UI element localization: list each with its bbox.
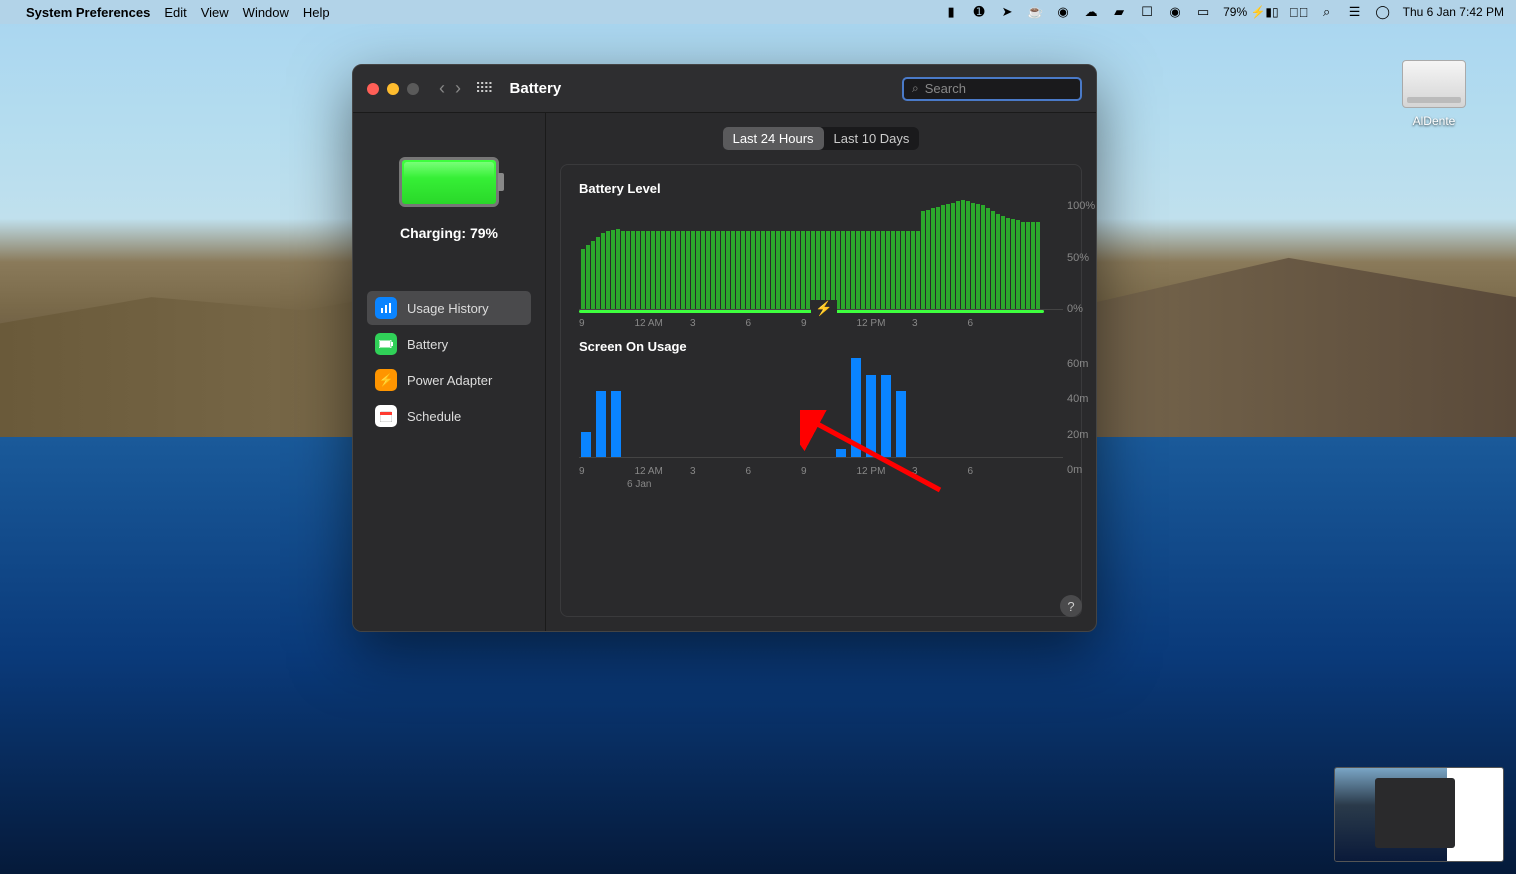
x-axis-date-label: 6 Jan bbox=[579, 479, 1063, 490]
time-range-tabs: Last 24 Hours Last 10 Days bbox=[723, 127, 920, 150]
drive-icon bbox=[1402, 60, 1466, 108]
status-icon[interactable]: ☕ bbox=[1027, 4, 1043, 20]
sidebar-item-label: Usage History bbox=[407, 301, 489, 316]
sidebar: Charging: 79% Usage History Battery ⚡ Po… bbox=[353, 113, 546, 631]
desktop-drive-icon[interactable]: AlDente bbox=[1392, 60, 1476, 128]
menu-help[interactable]: Help bbox=[303, 5, 330, 20]
status-icon[interactable]: ➤ bbox=[999, 4, 1015, 20]
spotlight-icon[interactable]: ⌕ bbox=[1319, 4, 1335, 20]
drive-label: AlDente bbox=[1392, 114, 1476, 128]
show-all-icon[interactable]: ⠿⠿ bbox=[475, 80, 492, 97]
chart-icon bbox=[375, 297, 397, 319]
app-menu[interactable]: System Preferences bbox=[26, 5, 150, 20]
status-icon[interactable]: ▮ bbox=[943, 4, 959, 20]
battery-level-chart: ⚡ bbox=[579, 200, 1063, 310]
control-center-icon[interactable]: ☰ bbox=[1347, 4, 1363, 20]
menubar: System Preferences Edit View Window Help… bbox=[0, 0, 1516, 24]
sidebar-item-schedule[interactable]: Schedule bbox=[367, 399, 531, 433]
minimize-button[interactable] bbox=[387, 83, 399, 95]
sidebar-item-power-adapter[interactable]: ⚡ Power Adapter bbox=[367, 363, 531, 397]
battery-icon bbox=[399, 157, 499, 207]
siri-icon[interactable]: ◯ bbox=[1375, 4, 1391, 20]
status-icon[interactable]: ➊ bbox=[971, 4, 987, 20]
bolt-icon: ⚡ bbox=[811, 300, 836, 317]
screen-on-chart bbox=[579, 358, 1063, 458]
sidebar-item-label: Schedule bbox=[407, 409, 461, 424]
display-icon[interactable]: ☐ bbox=[1139, 4, 1155, 20]
status-icon[interactable]: ▭ bbox=[1195, 4, 1211, 20]
traffic-lights bbox=[367, 83, 419, 95]
chart-title-battery-level: Battery Level bbox=[579, 181, 1063, 196]
y-axis-labels: 100% 50% 0% bbox=[1067, 200, 1097, 315]
menu-view[interactable]: View bbox=[201, 5, 229, 20]
calendar-icon bbox=[375, 405, 397, 427]
main-panel: Last 24 Hours Last 10 Days Battery Level… bbox=[546, 113, 1096, 631]
status-icon[interactable]: ☁ bbox=[1083, 4, 1099, 20]
zoom-button[interactable] bbox=[407, 83, 419, 95]
battery-percentage[interactable]: 79% ⚡▮▯ bbox=[1223, 5, 1279, 19]
search-icon: ⌕ bbox=[912, 81, 919, 96]
battery-icon bbox=[375, 333, 397, 355]
menu-edit[interactable]: Edit bbox=[164, 5, 186, 20]
help-button[interactable]: ? bbox=[1060, 595, 1082, 617]
sidebar-item-usage-history[interactable]: Usage History bbox=[367, 291, 531, 325]
close-button[interactable] bbox=[367, 83, 379, 95]
charging-status: Charging: 79% bbox=[367, 225, 531, 241]
sidebar-item-battery[interactable]: Battery bbox=[367, 327, 531, 361]
preferences-window: ‹ › ⠿⠿ Battery ⌕ Charging: 79% Usage His… bbox=[352, 64, 1097, 632]
chart-title-screen-on: Screen On Usage bbox=[579, 339, 1063, 354]
tab-last-10-days[interactable]: Last 10 Days bbox=[824, 127, 920, 150]
window-title: Battery bbox=[510, 80, 562, 97]
x-axis-labels: 9 12 AM 3 6 9 12 PM 3 6 bbox=[579, 466, 1063, 477]
tab-last-24-hours[interactable]: Last 24 Hours bbox=[723, 127, 824, 150]
picture-in-picture-preview[interactable] bbox=[1334, 767, 1504, 862]
sidebar-item-label: Battery bbox=[407, 337, 448, 352]
status-icon[interactable]: ◉ bbox=[1055, 4, 1071, 20]
datetime[interactable]: Thu 6 Jan 7:42 PM bbox=[1403, 5, 1504, 19]
wifi-icon[interactable]: �᷍ bbox=[1291, 4, 1307, 20]
bolt-icon: ⚡ bbox=[375, 369, 397, 391]
y-axis-labels: 60m 40m 20m 0m bbox=[1067, 358, 1097, 476]
chart-section: Battery Level ⚡ 100% 50% 0% 9 bbox=[560, 164, 1082, 617]
search-input[interactable] bbox=[925, 81, 1072, 96]
menu-window[interactable]: Window bbox=[243, 5, 289, 20]
window-titlebar[interactable]: ‹ › ⠿⠿ Battery ⌕ bbox=[353, 65, 1096, 113]
status-icon[interactable]: ▰ bbox=[1111, 4, 1127, 20]
search-box[interactable]: ⌕ bbox=[902, 77, 1082, 101]
forward-button[interactable]: › bbox=[455, 78, 461, 99]
back-button[interactable]: ‹ bbox=[439, 78, 445, 99]
x-axis-labels: 9 12 AM 3 6 9 12 PM 3 6 bbox=[579, 318, 1063, 329]
status-icon[interactable]: ◉ bbox=[1167, 4, 1183, 20]
sidebar-item-label: Power Adapter bbox=[407, 373, 492, 388]
